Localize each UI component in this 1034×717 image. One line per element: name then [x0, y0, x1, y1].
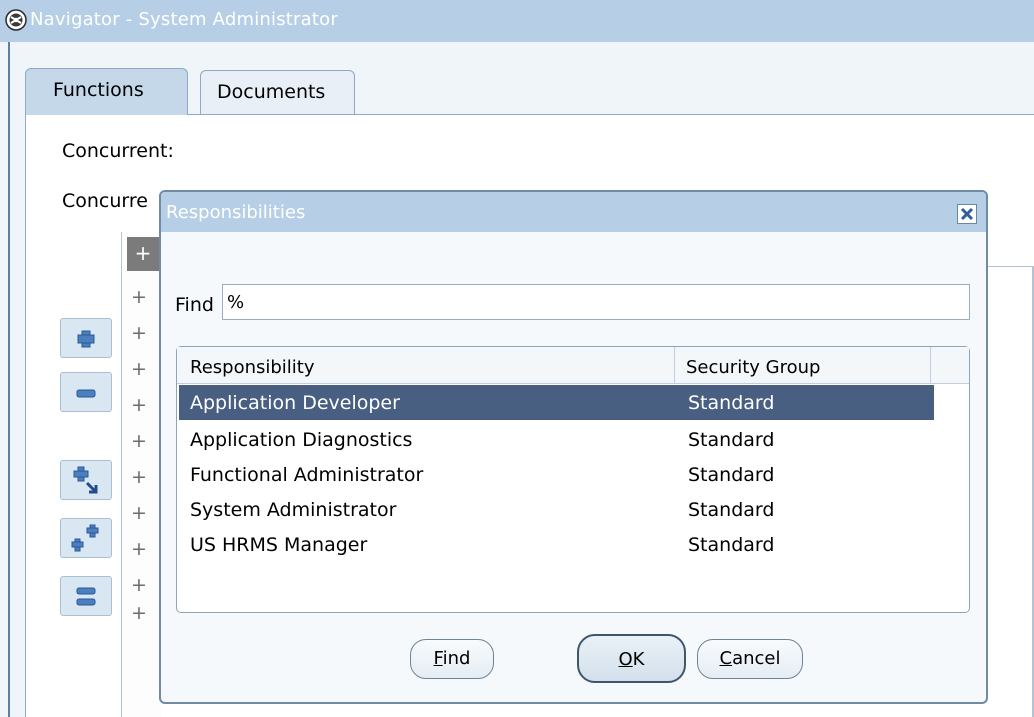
responsibility-cell: Application Diagnostics: [190, 429, 413, 451]
expand-all-icon: [71, 524, 99, 552]
tree-expander-plus[interactable]: +: [131, 602, 147, 624]
tree-expander-plus[interactable]: +: [131, 430, 147, 452]
responsibility-cell: System Administrator: [190, 499, 397, 521]
security-group-cell: Standard: [688, 499, 775, 521]
tab-documents[interactable]: Documents: [200, 70, 355, 117]
ok-mnemonic: O: [618, 649, 633, 670]
responsibility-cell: Application Developer: [190, 392, 400, 414]
cancel-button-label: ancel: [732, 648, 781, 669]
tree-expander-plus[interactable]: +: [131, 358, 147, 380]
responsibility-cell: Functional Administrator: [190, 464, 424, 486]
expand-branch-button[interactable]: [60, 460, 112, 500]
tree-expander-plus[interactable]: +: [131, 574, 147, 596]
tab-functions[interactable]: Functions: [25, 68, 188, 115]
column-header-responsibility[interactable]: Responsibility: [190, 357, 315, 378]
table-row[interactable]: Application Developer Standard: [179, 385, 934, 420]
cancel-mnemonic: C: [719, 648, 733, 669]
column-divider: [674, 347, 675, 384]
expand-all-button[interactable]: [60, 518, 112, 558]
table-row[interactable]: US HRMS Manager Standard: [179, 527, 934, 562]
tree-expander-plus[interactable]: +: [131, 322, 147, 344]
security-group-cell: Standard: [688, 429, 775, 451]
column-divider: [930, 347, 931, 384]
tree-expander-plus[interactable]: +: [131, 286, 147, 308]
concurrent-label: Concurrent:: [62, 140, 174, 162]
security-group-cell: Standard: [688, 392, 775, 414]
tree-expander-plus[interactable]: +: [131, 394, 147, 416]
table-row[interactable]: Functional Administrator Standard: [179, 457, 934, 492]
find-input[interactable]: [222, 284, 970, 320]
responsibility-cell: US HRMS Manager: [190, 534, 368, 556]
expand-icon: [77, 330, 95, 348]
concurrent-label-2: Concurre: [62, 190, 148, 212]
close-button[interactable]: [957, 204, 977, 224]
divider: [985, 266, 1034, 267]
find-button-label: ind: [442, 648, 471, 669]
collapse-icon: [76, 389, 96, 398]
find-button[interactable]: Find: [410, 639, 494, 679]
ok-button[interactable]: OK: [577, 634, 686, 683]
tree-expander-plus[interactable]: +: [131, 502, 147, 524]
oracle-navigator-icon: [5, 9, 27, 31]
collapse-button[interactable]: [60, 372, 112, 412]
collapse-all-icon: [76, 587, 96, 606]
ok-button-label: K: [632, 649, 645, 670]
window-titlebar[interactable]: Navigator - System Administrator: [0, 0, 1034, 42]
table-header: Responsibility Security Group: [177, 347, 969, 384]
tree-node-selected[interactable]: +: [127, 237, 159, 271]
security-group-cell: Standard: [688, 464, 775, 486]
expand-branch-icon: [73, 466, 98, 494]
close-icon: [960, 207, 974, 221]
collapse-all-button[interactable]: [60, 576, 112, 616]
tree-expander-plus[interactable]: +: [131, 466, 147, 488]
table-row[interactable]: System Administrator Standard: [179, 492, 934, 527]
dialog-title: Responsibilities: [166, 202, 306, 223]
tree-expander-plus[interactable]: +: [131, 538, 147, 560]
table-row[interactable]: Application Diagnostics Standard: [179, 422, 934, 457]
dialog-titlebar[interactable]: Responsibilities: [161, 192, 986, 232]
responsibilities-table: Responsibility Security Group Applicatio…: [176, 346, 970, 613]
find-mnemonic: F: [433, 648, 443, 669]
cancel-button[interactable]: Cancel: [697, 639, 803, 679]
expand-button[interactable]: [60, 318, 112, 358]
window-title: Navigator - System Administrator: [30, 9, 338, 30]
security-group-cell: Standard: [688, 534, 775, 556]
find-label: Find: [175, 294, 214, 316]
column-header-security-group[interactable]: Security Group: [686, 357, 820, 378]
